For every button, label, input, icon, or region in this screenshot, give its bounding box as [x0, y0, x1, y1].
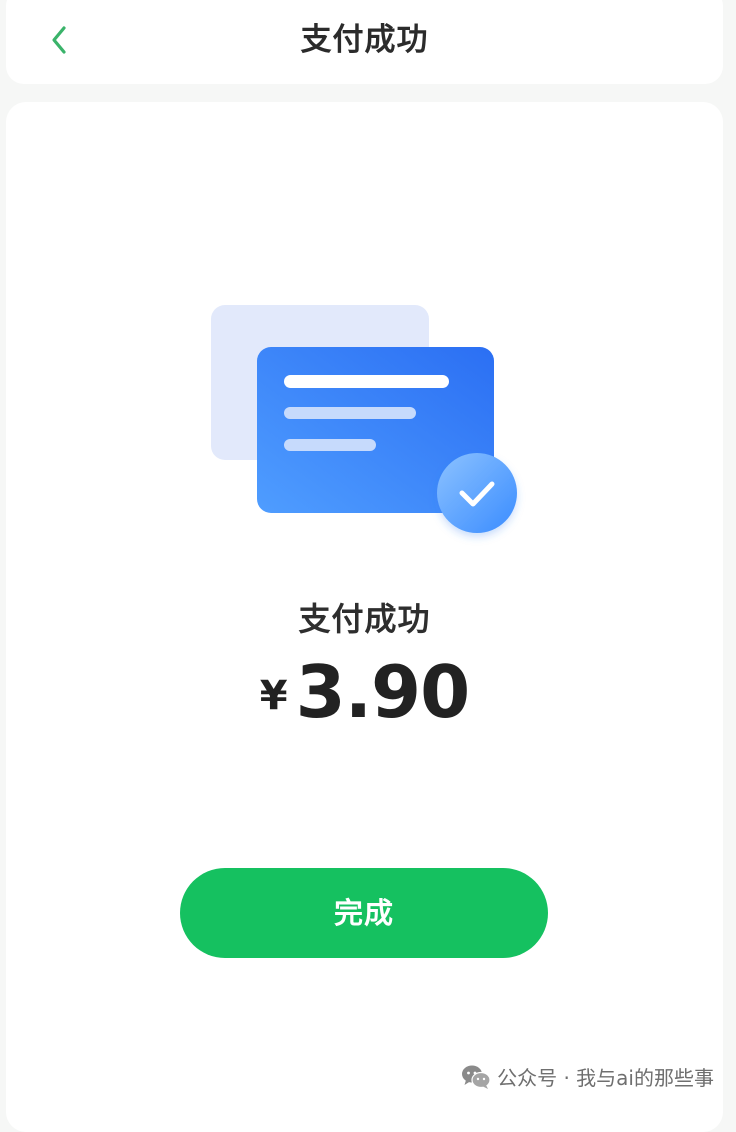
done-button[interactable]: 完成: [180, 868, 548, 958]
success-status-text: 支付成功: [298, 600, 431, 638]
watermark-text: 公众号 · 我与ai的那些事: [497, 1066, 714, 1090]
page-title: 支付成功: [300, 22, 429, 58]
watermark: 公众号 · 我与ai的那些事: [461, 1062, 714, 1091]
card-line-3: [284, 439, 376, 451]
card-line-1: [284, 375, 449, 388]
checkmark-badge: [437, 453, 517, 533]
payment-amount: ¥3.90: [6, 650, 723, 734]
payment-result-card: 支付成功 ¥3.90 完成: [6, 102, 723, 1132]
top-nav-bar: 支付成功: [6, 0, 723, 84]
wechat-icon: [462, 1065, 491, 1089]
amount-value: 3.90: [295, 650, 471, 734]
card-line-2: [284, 407, 416, 419]
currency-symbol: ¥: [259, 673, 288, 719]
payment-success-illustration: [211, 305, 517, 533]
